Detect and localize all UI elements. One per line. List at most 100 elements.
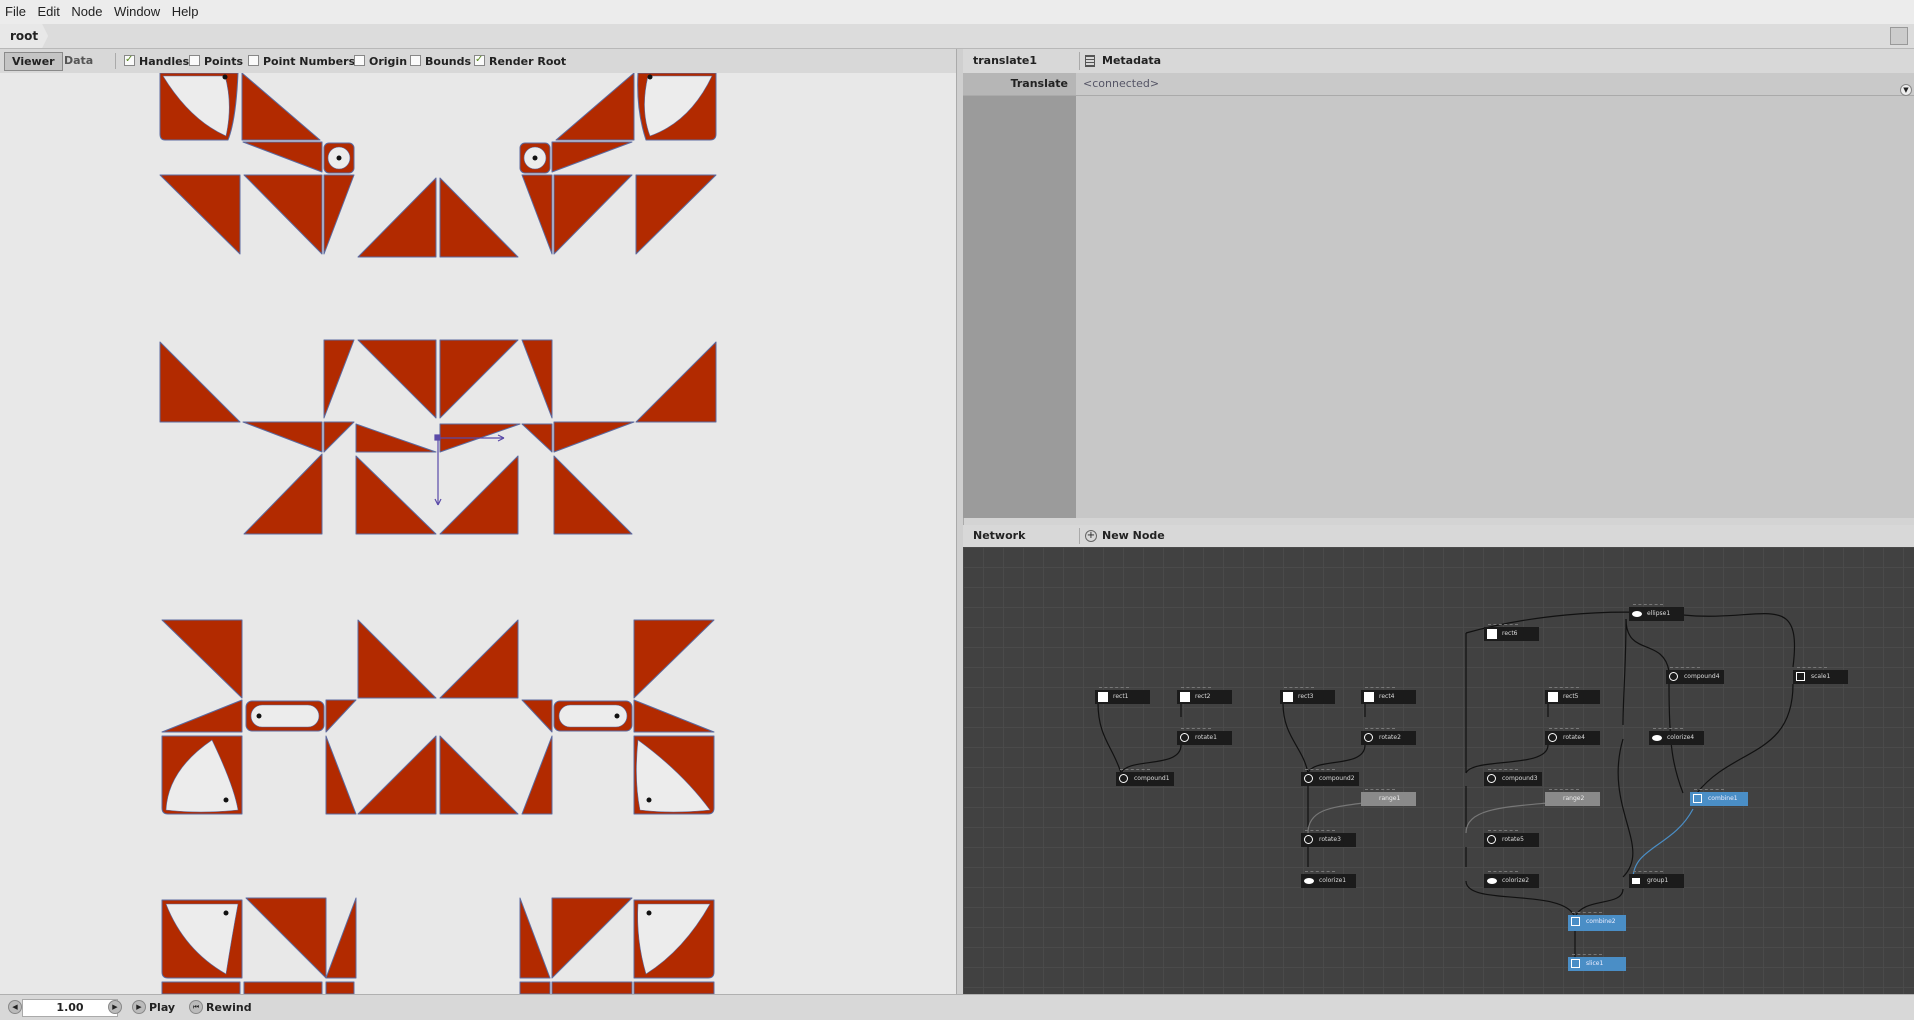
network-header: Network + New Node xyxy=(963,525,1914,548)
rewind-button[interactable]: Rewind xyxy=(206,995,252,1020)
plus-icon[interactable]: + xyxy=(1085,530,1097,542)
connection xyxy=(1282,702,1309,774)
network-canvas[interactable]: rect1 rect2 rotate1 compound1 rect3 rect… xyxy=(963,547,1914,994)
tab-data[interactable]: Data xyxy=(57,52,100,69)
shape xyxy=(161,699,243,733)
node-range2[interactable]: range2 xyxy=(1545,789,1600,806)
menu-window[interactable]: Window xyxy=(110,0,164,19)
checkbox-icon[interactable] xyxy=(248,55,259,66)
node-rect4[interactable]: rect4 xyxy=(1361,687,1416,704)
shape xyxy=(325,699,357,733)
frame-field[interactable]: 1.00 xyxy=(22,999,118,1017)
window-button[interactable] xyxy=(1890,27,1908,45)
rewind-icon[interactable]: ⏮ xyxy=(189,1000,203,1014)
shape xyxy=(325,981,355,994)
new-node-button[interactable]: New Node xyxy=(1102,525,1165,547)
node-compound3[interactable]: compound3 xyxy=(1484,769,1542,786)
checkbox-icon[interactable] xyxy=(474,52,485,67)
node-range1[interactable]: range1 xyxy=(1361,789,1416,806)
viewer-toolbar: Viewer Data Handles Points Point Numbers… xyxy=(0,49,956,74)
node-rotate3[interactable]: rotate3 xyxy=(1301,830,1356,847)
checkbox-icon[interactable] xyxy=(124,52,135,67)
connection xyxy=(1097,702,1122,774)
shape-canvas xyxy=(159,73,717,994)
node-rect3[interactable]: rect3 xyxy=(1280,687,1335,704)
node-rotate5[interactable]: rotate5 xyxy=(1484,830,1539,847)
breadcrumb-root[interactable]: root xyxy=(0,24,48,48)
shape xyxy=(633,619,715,699)
shape xyxy=(439,339,519,419)
shape xyxy=(161,619,243,699)
option-label: Point Numbers xyxy=(263,55,356,68)
shape xyxy=(635,174,717,255)
step-forward-icon[interactable]: ▶ xyxy=(108,1000,122,1014)
checkbox-icon[interactable] xyxy=(354,55,365,66)
toolbar-divider xyxy=(115,53,116,69)
playback-bar: ◀ 1.00 ▶ ▶ Play ⏮ Rewind xyxy=(0,994,1914,1020)
viewer-canvas[interactable] xyxy=(0,73,956,994)
menu-node[interactable]: Node xyxy=(67,0,106,19)
node-rotate4[interactable]: rotate4 xyxy=(1545,728,1600,745)
menu-help[interactable]: Help xyxy=(168,0,203,19)
option-origin[interactable]: Origin xyxy=(354,54,407,69)
shape xyxy=(323,421,355,453)
node-colorize2[interactable]: colorize2 xyxy=(1484,871,1539,888)
node-combine1[interactable]: combine1 xyxy=(1690,789,1748,806)
param-value[interactable]: <connected> xyxy=(1083,73,1159,95)
node-group1[interactable]: group1 xyxy=(1629,871,1684,888)
node-rotate1[interactable]: rotate1 xyxy=(1177,728,1232,745)
shape xyxy=(553,174,633,255)
option-bounds[interactable]: Bounds xyxy=(410,54,471,69)
shape xyxy=(551,897,633,979)
play-button[interactable]: Play xyxy=(149,995,175,1020)
node-colorize4[interactable]: colorize4 xyxy=(1649,728,1704,745)
connection xyxy=(1625,618,1670,672)
node-compound1[interactable]: compound1 xyxy=(1116,769,1174,786)
node-rect5[interactable]: rect5 xyxy=(1545,687,1600,704)
step-back-icon[interactable]: ◀ xyxy=(8,1000,22,1014)
node-compound4[interactable]: compound4 xyxy=(1666,667,1724,684)
checkbox-icon[interactable] xyxy=(410,55,421,66)
shape xyxy=(521,174,553,255)
param-label-column xyxy=(963,73,1076,518)
parameters-panel: Translate <connected> ▼ xyxy=(963,73,1914,518)
menu-file[interactable]: File xyxy=(0,0,30,19)
node-combine2[interactable]: combine2 xyxy=(1568,912,1626,931)
metadata-icon[interactable] xyxy=(1085,55,1095,67)
shape xyxy=(357,735,437,815)
tab-viewer[interactable]: Viewer xyxy=(4,52,63,71)
shape xyxy=(633,699,715,733)
option-label: Origin xyxy=(369,55,408,68)
node-ellipse1[interactable]: ellipse1 xyxy=(1629,604,1684,621)
shape xyxy=(323,339,355,419)
point-dot xyxy=(256,713,262,719)
option-point-numbers[interactable]: Point Numbers xyxy=(248,54,355,69)
node-compound2[interactable]: compound2 xyxy=(1301,769,1359,786)
point-dot xyxy=(223,910,229,916)
option-handles[interactable]: Handles xyxy=(124,52,189,69)
node-rect1[interactable]: rect1 xyxy=(1095,687,1150,704)
node-colorize1[interactable]: colorize1 xyxy=(1301,871,1356,888)
param-row-translate: Translate <connected> ▼ xyxy=(963,73,1914,96)
shape xyxy=(159,341,241,423)
connection xyxy=(1465,802,1549,834)
shape xyxy=(161,981,241,994)
shape xyxy=(633,981,715,994)
play-icon[interactable]: ▶ xyxy=(132,1000,146,1014)
shape xyxy=(521,699,553,733)
option-points[interactable]: Points xyxy=(189,54,243,69)
checkbox-icon[interactable] xyxy=(189,55,200,66)
node-rect6[interactable]: rect6 xyxy=(1484,624,1539,641)
option-render-root[interactable]: Render Root xyxy=(474,52,566,69)
node-rect2[interactable]: rect2 xyxy=(1177,687,1232,704)
metadata-button[interactable]: Metadata xyxy=(1102,49,1161,73)
menu-edit[interactable]: Edit xyxy=(33,0,63,19)
chevron-down-icon[interactable]: ▼ xyxy=(1900,84,1912,96)
shape xyxy=(241,73,321,141)
node-slice1[interactable]: slice1 xyxy=(1568,954,1626,971)
point-dot xyxy=(646,910,652,916)
node-rotate2[interactable]: rotate2 xyxy=(1361,728,1416,745)
node-scale1[interactable]: scale1 xyxy=(1793,667,1848,684)
connection xyxy=(1617,738,1634,878)
address-bar: root xyxy=(0,24,1914,49)
